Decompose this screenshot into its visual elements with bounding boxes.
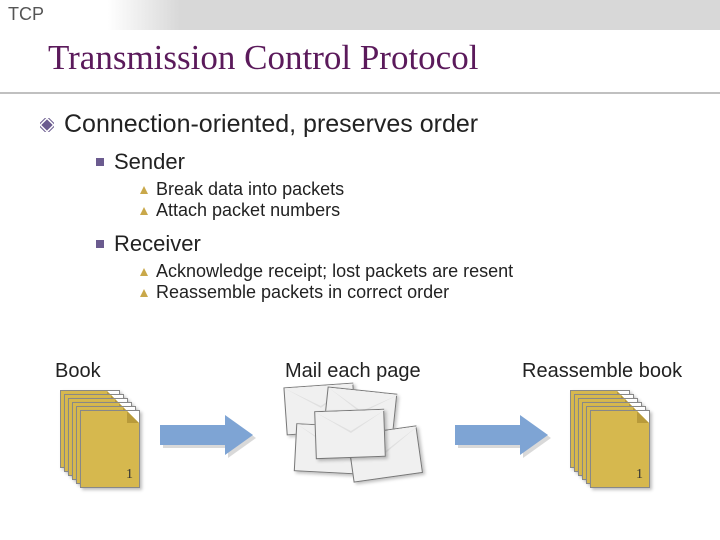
label-book: Book xyxy=(55,360,101,383)
triangle-icon xyxy=(140,289,148,297)
book-stack-right: 1 xyxy=(570,390,650,490)
bullet-sender: Sender xyxy=(96,149,700,175)
page-icon: 1 xyxy=(80,410,140,488)
title-rule xyxy=(0,92,720,94)
triangle-icon xyxy=(140,207,148,215)
sender-item-1: Attach packet numbers xyxy=(140,200,700,221)
sender-item-0: Break data into packets xyxy=(140,179,700,200)
diagram: Book Mail each page Reassemble book 1 1 xyxy=(0,380,720,530)
page-number: 1 xyxy=(636,467,643,483)
receiver-item-0: Acknowledge receipt; lost packets are re… xyxy=(140,261,700,282)
square-icon xyxy=(96,158,104,166)
header-bar xyxy=(0,0,720,30)
arrow-icon xyxy=(160,415,260,455)
arrow-icon xyxy=(455,415,555,455)
bullet-main: Connection-oriented, preserves order xyxy=(40,110,700,139)
sender-item-0-text: Break data into packets xyxy=(156,179,344,200)
triangle-icon xyxy=(140,186,148,194)
content-area: Connection-oriented, preserves order Sen… xyxy=(40,110,700,303)
square-icon xyxy=(96,240,104,248)
sender-item-1-text: Attach packet numbers xyxy=(156,200,340,221)
diamond-icon xyxy=(40,118,54,132)
slide-title: Transmission Control Protocol xyxy=(48,38,478,78)
receiver-item-1-text: Reassemble packets in correct order xyxy=(156,282,449,303)
triangle-icon xyxy=(140,268,148,276)
receiver-item-1: Reassemble packets in correct order xyxy=(140,282,700,303)
receiver-label: Receiver xyxy=(114,231,201,257)
corner-label: TCP xyxy=(8,4,44,25)
book-stack-left: 1 xyxy=(60,390,140,490)
envelope-icon xyxy=(314,409,386,459)
label-reassemble: Reassemble book xyxy=(522,360,682,383)
receiver-item-0-text: Acknowledge receipt; lost packets are re… xyxy=(156,261,513,282)
page-icon: 1 xyxy=(590,410,650,488)
bullet-receiver: Receiver xyxy=(96,231,700,257)
label-mail: Mail each page xyxy=(285,360,421,383)
bullet-main-text: Connection-oriented, preserves order xyxy=(64,110,478,139)
sender-label: Sender xyxy=(114,149,185,175)
envelope-stack xyxy=(285,385,445,495)
page-number: 1 xyxy=(126,467,133,483)
